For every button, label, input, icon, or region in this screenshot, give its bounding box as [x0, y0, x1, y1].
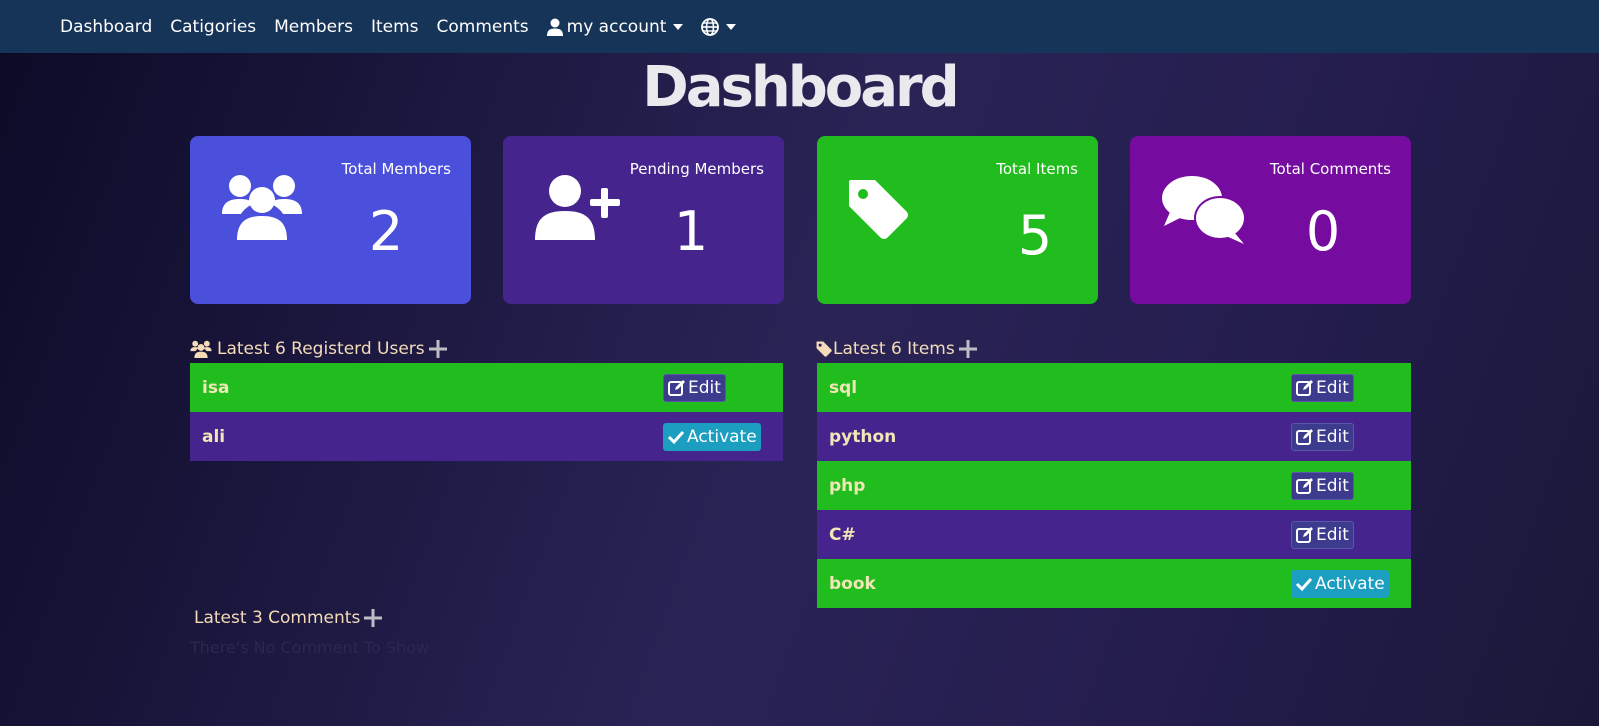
- stat-label: Total Items: [996, 160, 1078, 178]
- nav-categories[interactable]: Catigories: [170, 17, 256, 37]
- section-title: Latest 6 Registerd Users: [217, 339, 425, 359]
- account-label: my account: [566, 16, 667, 37]
- stat-label: Total Comments: [1269, 160, 1391, 178]
- nav-items[interactable]: Items: [371, 17, 419, 37]
- button-label: Activate: [687, 426, 757, 447]
- chevron-down-icon: [673, 23, 684, 30]
- list-item: sql Edit: [817, 363, 1411, 412]
- language-dropdown[interactable]: [701, 17, 737, 36]
- latest-items-list: sql Edit python Edit php Edit C# Edit bo…: [817, 363, 1411, 608]
- user-icon: [546, 18, 563, 36]
- latest-users-heading: Latest 6 Registerd Users: [189, 339, 447, 359]
- list-item: ali Activate: [190, 412, 783, 461]
- edit-icon: [668, 379, 685, 396]
- edit-icon: [1296, 428, 1313, 445]
- edit-icon: [1296, 477, 1313, 494]
- globe-icon: [701, 17, 720, 36]
- stat-card-pending-members[interactable]: Pending Members 1: [503, 136, 784, 304]
- user-plus-icon: [535, 175, 620, 240]
- item-name: C#: [829, 524, 856, 545]
- section-title: Latest 3 Comments: [194, 608, 361, 628]
- button-label: Activate: [1315, 573, 1385, 594]
- section-title: Latest 6 Items: [833, 339, 955, 359]
- item-name: python: [829, 426, 897, 447]
- edit-icon: [1296, 526, 1313, 543]
- latest-users-list: isa Edit ali Activate: [190, 363, 783, 461]
- nav-comments[interactable]: Comments: [437, 17, 529, 37]
- activate-button[interactable]: Activate: [663, 422, 761, 451]
- list-item: php Edit: [817, 461, 1411, 510]
- edit-button[interactable]: Edit: [1291, 422, 1354, 451]
- list-item: book Activate: [817, 559, 1411, 608]
- item-name: php: [829, 475, 866, 496]
- tag-icon: [849, 180, 908, 239]
- latest-items-heading: Latest 6 Items: [816, 339, 977, 359]
- tag-icon: [816, 341, 832, 357]
- item-name: sql: [829, 377, 858, 398]
- stat-value: 0: [1305, 200, 1341, 263]
- account-dropdown[interactable]: my account: [546, 16, 684, 37]
- stat-value: 2: [368, 200, 404, 263]
- no-comments-text: There's No Comment To Show: [190, 638, 430, 657]
- stat-label: Pending Members: [629, 160, 764, 178]
- check-icon: [1295, 577, 1313, 591]
- nav-members[interactable]: Members: [274, 17, 353, 37]
- check-icon: [667, 430, 685, 444]
- edit-button[interactable]: Edit: [1291, 520, 1354, 549]
- plus-icon[interactable]: [958, 340, 977, 358]
- activate-button[interactable]: Activate: [1291, 569, 1389, 598]
- latest-comments-heading: Latest 3 Comments: [194, 608, 383, 628]
- chevron-down-icon: [726, 23, 737, 30]
- stat-card-total-members[interactable]: Total Members 2: [190, 136, 471, 304]
- button-label: Edit: [688, 377, 721, 398]
- stat-value: 1: [673, 200, 709, 263]
- top-navbar: Dashboard Catigories Members Items Comme…: [0, 0, 1599, 53]
- users-icon: [190, 340, 212, 358]
- button-label: Edit: [1316, 524, 1349, 545]
- stat-label: Total Members: [341, 160, 451, 178]
- button-label: Edit: [1316, 426, 1349, 447]
- plus-icon[interactable]: [428, 340, 447, 358]
- user-name: isa: [202, 377, 230, 398]
- edit-button[interactable]: Edit: [1291, 373, 1354, 402]
- stat-card-total-comments[interactable]: Total Comments 0: [1130, 136, 1411, 304]
- item-name: book: [829, 573, 876, 594]
- list-item: python Edit: [817, 412, 1411, 461]
- button-label: Edit: [1316, 377, 1349, 398]
- edit-button[interactable]: Edit: [663, 373, 726, 402]
- users-icon: [222, 175, 302, 240]
- edit-button[interactable]: Edit: [1291, 471, 1354, 500]
- stat-value: 5: [1017, 204, 1053, 267]
- stat-card-total-items[interactable]: Total Items 5: [817, 136, 1098, 304]
- plus-icon[interactable]: [364, 609, 383, 627]
- comments-icon: [1162, 176, 1246, 244]
- list-item: isa Edit: [190, 363, 783, 412]
- button-label: Edit: [1316, 475, 1349, 496]
- list-item: C# Edit: [817, 510, 1411, 559]
- nav-dashboard[interactable]: Dashboard: [60, 17, 152, 37]
- user-name: ali: [202, 426, 226, 447]
- page-title: Dashboard: [642, 55, 960, 120]
- edit-icon: [1296, 379, 1313, 396]
